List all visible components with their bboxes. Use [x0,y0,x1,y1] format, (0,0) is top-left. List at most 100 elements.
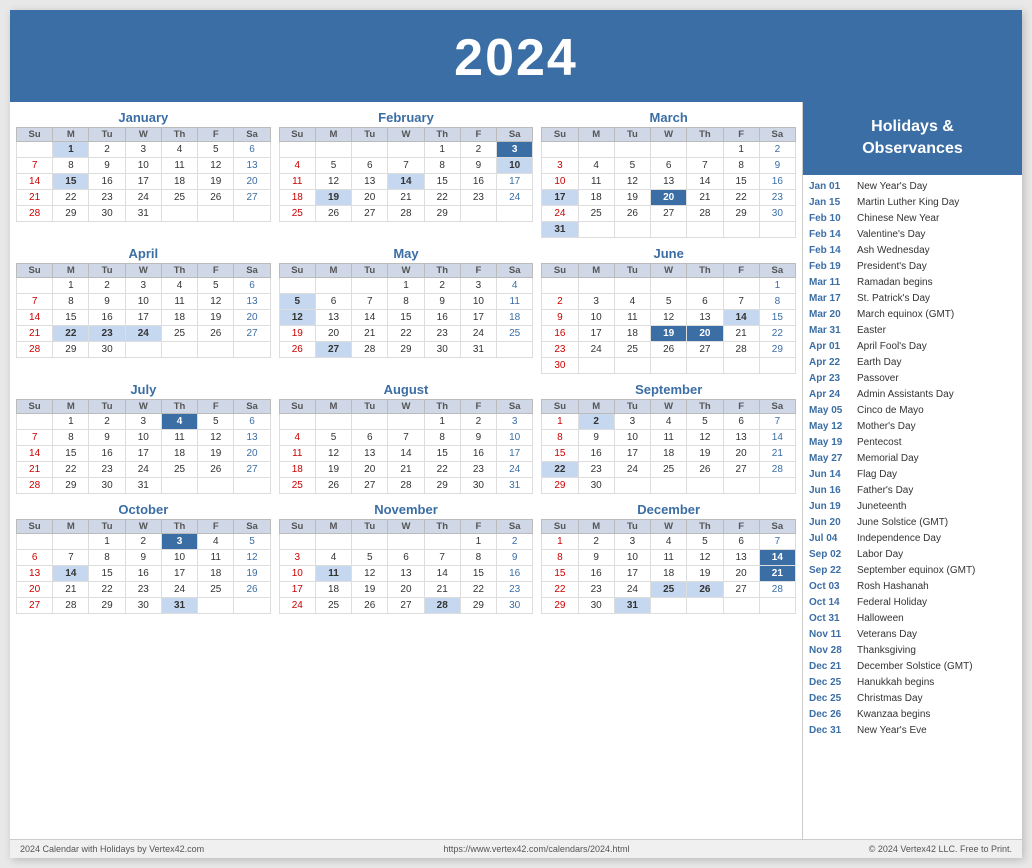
calendar-day: 21 [17,462,53,478]
calendar-day: 8 [542,430,578,446]
holiday-name: Admin Assistants Day [857,388,954,401]
calendar-day: 4 [279,158,315,174]
calendar-day [759,222,795,238]
calendar-day: 22 [759,326,795,342]
main-content: JanuarySuMTuWThFSa1234567891011121314151… [10,102,1022,839]
holiday-name: Rosh Hashanah [857,580,929,593]
day-header: F [198,264,234,278]
holiday-date: Feb 14 [809,244,857,257]
calendar-day: 3 [125,414,161,430]
holiday-date: May 27 [809,452,857,465]
calendar-day: 5 [687,414,723,430]
calendar-day [315,142,351,158]
calendar-day: 15 [460,566,496,582]
day-header: M [53,400,89,414]
calendar-day [651,142,687,158]
calendar-day [460,206,496,222]
calendar-day: 2 [89,414,125,430]
calendar-day: 6 [352,430,388,446]
day-header: Sa [234,128,270,142]
holiday-name: Cinco de Mayo [857,404,924,417]
calendar-day: 31 [125,206,161,222]
calendar-day: 18 [161,446,197,462]
calendar-day: 4 [614,294,650,310]
calendar-day: 10 [460,294,496,310]
calendar-day [424,534,460,550]
calendar-day: 23 [578,582,614,598]
day-header: F [198,520,234,534]
calendar-day: 4 [198,534,234,550]
calendar-day: 17 [497,446,533,462]
calendar-day: 25 [161,462,197,478]
calendar-day: 20 [234,446,270,462]
calendar-day: 12 [279,310,315,326]
calendar-day: 10 [497,158,533,174]
calendar-day: 22 [388,326,424,342]
calendar-day: 29 [542,598,578,614]
holiday-name: Valentine's Day [857,228,925,241]
calendar-day: 22 [89,582,125,598]
calendar-day [198,598,234,614]
day-header: W [388,520,424,534]
day-header: Sa [759,400,795,414]
calendar-day: 8 [53,294,89,310]
calendar-day: 8 [424,430,460,446]
calendar-day: 20 [315,326,351,342]
calendar-day: 12 [687,550,723,566]
calendar-day: 13 [723,430,759,446]
holiday-item: Mar 31Easter [809,323,1016,339]
day-header: W [651,400,687,414]
calendar-day: 23 [89,462,125,478]
calendar-day: 4 [651,414,687,430]
calendar-day: 17 [125,446,161,462]
calendar-day: 21 [759,446,795,462]
calendar-day: 10 [125,158,161,174]
calendar-grid: JanuarySuMTuWThFSa1234567891011121314151… [16,110,796,614]
calendar-day [161,206,197,222]
day-header: Su [279,400,315,414]
holiday-date: Dec 26 [809,708,857,721]
day-header: F [460,520,496,534]
holiday-item: Dec 25Hanukkah begins [809,675,1016,691]
holiday-name: Ash Wednesday [857,244,930,257]
calendar-day: 12 [651,310,687,326]
month-october: OctoberSuMTuWThFSa1234567891011121314151… [16,502,271,614]
day-header: Th [424,520,460,534]
calendar-day: 30 [542,358,578,374]
day-header: F [198,400,234,414]
calendar-day: 6 [388,550,424,566]
calendar-day: 26 [315,478,351,494]
calendar-day: 14 [424,566,460,582]
calendar-day: 25 [198,582,234,598]
calendar-day [687,222,723,238]
calendar-day: 20 [651,190,687,206]
calendar-day: 3 [578,294,614,310]
calendar-day: 24 [497,190,533,206]
footer-center: https://www.vertex42.com/calendars/2024.… [443,844,629,854]
calendar-day: 6 [17,550,53,566]
holiday-name: Mother's Day [857,420,916,433]
calendar-day: 10 [161,550,197,566]
calendar-day: 2 [460,414,496,430]
holiday-date: Oct 31 [809,612,857,625]
calendar-day: 3 [460,278,496,294]
holiday-name: Earth Day [857,356,901,369]
calendar-day: 27 [723,462,759,478]
holiday-name: June Solstice (GMT) [857,516,948,529]
calendar-day [279,278,315,294]
calendar-day: 10 [614,430,650,446]
calendar-day: 9 [578,550,614,566]
holiday-date: Jan 15 [809,196,857,209]
calendar-day: 1 [424,414,460,430]
calendar-day: 11 [161,430,197,446]
calendar-day: 16 [542,326,578,342]
holiday-date: Jun 16 [809,484,857,497]
calendar-day: 23 [542,342,578,358]
calendar-day: 29 [723,206,759,222]
holiday-item: Jan 15Martin Luther King Day [809,195,1016,211]
calendar-day: 18 [315,582,351,598]
month-november: NovemberSuMTuWThFSa123456789101112131415… [279,502,534,614]
holiday-item: Oct 14Federal Holiday [809,595,1016,611]
holiday-date: Jul 04 [809,532,857,545]
calendar-day: 7 [388,158,424,174]
